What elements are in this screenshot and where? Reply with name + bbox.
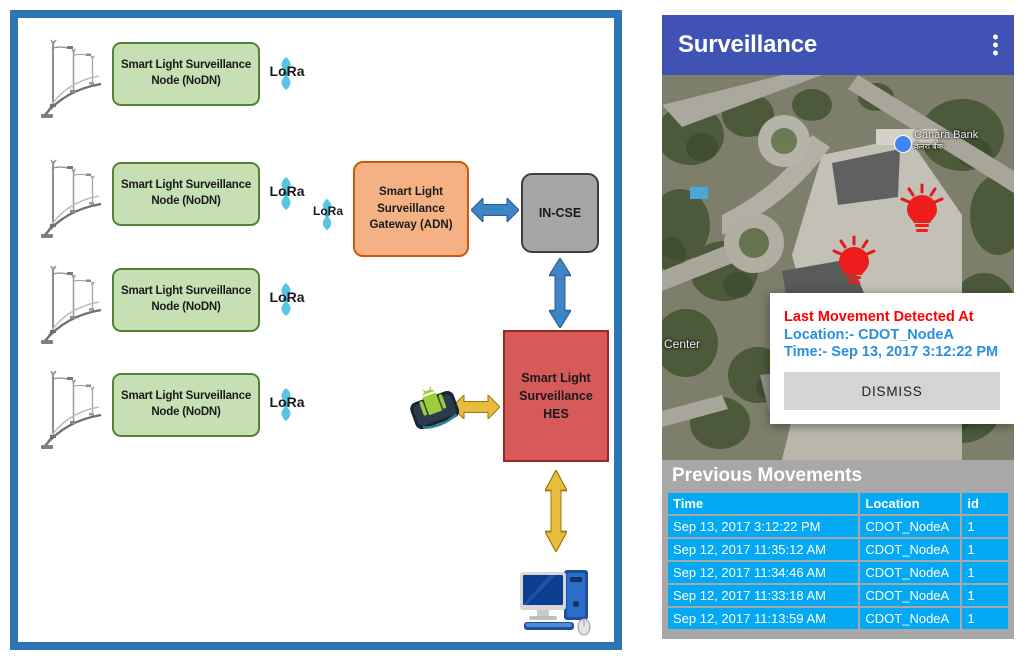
lora-label: LoRa bbox=[269, 63, 305, 79]
column-header-location: Location bbox=[858, 493, 961, 514]
arrow-incse-hes bbox=[549, 258, 571, 328]
node-row: Smart Light Surveillance Node (NoDN) LoR… bbox=[36, 152, 326, 242]
table-row[interactable]: Sep 12, 2017 11:35:12 AM CDOT_NodeA 1 bbox=[668, 539, 1008, 560]
table-header-row: Time Location id bbox=[668, 493, 1008, 514]
android-phone-icon bbox=[410, 387, 460, 430]
dismiss-button[interactable]: DISMISS bbox=[784, 372, 1000, 410]
cell-location: CDOT_NodeA bbox=[858, 585, 961, 606]
smart-light-pole-icon bbox=[39, 369, 103, 451]
desktop-computer-icon bbox=[520, 570, 591, 636]
poi-marker-icon bbox=[894, 135, 912, 153]
hes-box: Smart Light Surveillance HES bbox=[503, 330, 609, 462]
map-view[interactable]: Canara Bank कैनरा बैंक Center Last Movem… bbox=[662, 75, 1014, 460]
app-bar: Surveillance bbox=[662, 15, 1014, 75]
table-row[interactable]: Sep 13, 2017 3:12:22 PM CDOT_NodeA 1 bbox=[668, 516, 1008, 537]
map-poi-label-secondary: कैनरा बैंक bbox=[914, 142, 943, 151]
three-dots-vertical-icon[interactable] bbox=[993, 34, 998, 56]
node-box: Smart Light Surveillance Node (NoDN) bbox=[112, 268, 260, 332]
cell-id: 1 bbox=[960, 585, 1008, 606]
previous-movements-heading: Previous Movements bbox=[672, 465, 863, 486]
smart-light-pole-icon bbox=[39, 38, 103, 120]
lora-label: LoRa bbox=[269, 289, 305, 305]
table-row[interactable]: Sep 12, 2017 11:13:59 AM CDOT_NodeA 1 bbox=[668, 608, 1008, 629]
cell-id: 1 bbox=[960, 608, 1008, 629]
dialog-title: Last Movement Detected At bbox=[784, 309, 974, 325]
red-light-bulb-marker[interactable] bbox=[900, 183, 944, 235]
dialog-location-text: Location:- CDOT_NodeA bbox=[784, 327, 954, 343]
arrow-hes-pc bbox=[545, 470, 567, 552]
cell-location: CDOT_NodeA bbox=[858, 539, 961, 560]
node-box: Smart Light Surveillance Node (NoDN) bbox=[112, 42, 260, 106]
gateway-lora-label: LoRa bbox=[313, 204, 343, 218]
node-row: Smart Light Surveillance Node (NoDN) LoR… bbox=[36, 258, 326, 348]
column-header-id: id bbox=[960, 493, 1008, 514]
cell-time: Sep 13, 2017 3:12:22 PM bbox=[668, 516, 859, 537]
lora-logo-icon: LoRa bbox=[264, 385, 310, 425]
cell-id: 1 bbox=[960, 539, 1008, 560]
previous-movements-section: Previous Movements Time Location id Sep … bbox=[662, 460, 1014, 639]
lora-logo-icon: LoRa bbox=[264, 54, 310, 94]
cell-id: 1 bbox=[960, 516, 1008, 537]
cell-location: CDOT_NodeA bbox=[858, 516, 961, 537]
architecture-diagram-panel: Smart Light Surveillance Node (NoDN) LoR… bbox=[10, 10, 622, 650]
cell-time: Sep 12, 2017 11:13:59 AM bbox=[668, 608, 859, 629]
gateway-box: Smart Light Surveillance Gateway (ADN) bbox=[353, 161, 469, 257]
lora-label: LoRa bbox=[269, 183, 305, 199]
arrow-gateway-incse bbox=[471, 198, 519, 222]
in-cse-box: IN-CSE bbox=[521, 173, 599, 253]
cell-time: Sep 12, 2017 11:35:12 AM bbox=[668, 539, 859, 560]
node-box: Smart Light Surveillance Node (NoDN) bbox=[112, 162, 260, 226]
map-poi-label: Canara Bank कैनरा बैंक bbox=[914, 129, 979, 151]
app-title: Surveillance bbox=[678, 31, 818, 58]
cell-location: CDOT_NodeA bbox=[858, 562, 961, 583]
node-row: Smart Light Surveillance Node (NoDN) LoR… bbox=[36, 363, 326, 453]
smart-light-pole-icon bbox=[39, 264, 103, 346]
gateway-lora-logo-icon: LoRa bbox=[306, 196, 350, 234]
lora-logo-icon: LoRa bbox=[264, 174, 310, 214]
cell-time: Sep 12, 2017 11:34:46 AM bbox=[668, 562, 859, 583]
cell-location: CDOT_NodeA bbox=[858, 608, 961, 629]
table-row[interactable]: Sep 12, 2017 11:33:18 AM CDOT_NodeA 1 bbox=[668, 585, 1008, 606]
android-app-panel: Surveillance Canara Bank कैनरा बैंक Cent… bbox=[662, 15, 1014, 660]
red-light-bulb-marker[interactable] bbox=[832, 235, 876, 287]
dialog-time-text: Time:- Sep 13, 2017 3:12:22 PM bbox=[784, 344, 999, 360]
cell-id: 1 bbox=[960, 562, 1008, 583]
node-box: Smart Light Surveillance Node (NoDN) bbox=[112, 373, 260, 437]
movements-table: Time Location id Sep 13, 2017 3:12:22 PM… bbox=[668, 491, 1008, 631]
alert-dialog: Last Movement Detected At Location:- CDO… bbox=[770, 293, 1014, 424]
lora-label: LoRa bbox=[269, 394, 305, 410]
table-row[interactable]: Sep 12, 2017 11:34:46 AM CDOT_NodeA 1 bbox=[668, 562, 1008, 583]
node-row: Smart Light Surveillance Node (NoDN) LoR… bbox=[36, 32, 326, 122]
lora-logo-icon: LoRa bbox=[264, 280, 310, 320]
cell-time: Sep 12, 2017 11:33:18 AM bbox=[668, 585, 859, 606]
column-header-time: Time bbox=[668, 493, 859, 514]
smart-light-pole-icon bbox=[39, 158, 103, 240]
map-poi-label-2: Center bbox=[664, 337, 701, 351]
